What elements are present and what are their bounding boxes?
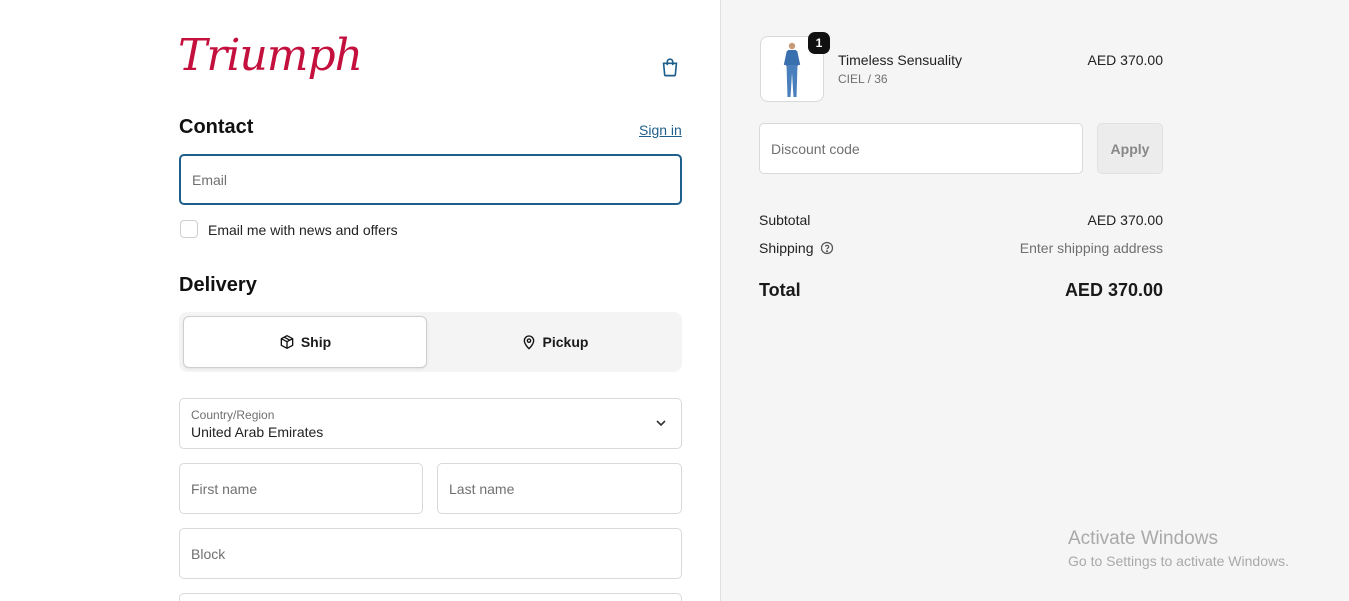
- pickup-option[interactable]: Pickup: [431, 316, 678, 368]
- delivery-method-toggle: Ship Pickup: [179, 312, 682, 372]
- email-input[interactable]: [181, 156, 680, 203]
- chevron-down-icon: [656, 420, 666, 427]
- shipping-label-text: Shipping: [759, 240, 814, 256]
- sign-in-link[interactable]: Sign in: [639, 122, 682, 138]
- apply-discount-button[interactable]: Apply: [1097, 123, 1163, 174]
- email-field[interactable]: [179, 154, 682, 205]
- checkout-form-panel: Triumph Contact Sign in Email me with ne…: [0, 0, 720, 601]
- shopping-bag-icon[interactable]: [659, 56, 681, 78]
- watermark-subtitle: Go to Settings to activate Windows.: [1068, 553, 1289, 569]
- product-name: Timeless Sensuality: [838, 52, 962, 68]
- windows-activation-watermark: Activate Windows Go to Settings to activ…: [1068, 528, 1289, 569]
- location-pin-icon: [523, 335, 534, 350]
- subtotal-label-text: Subtotal: [759, 212, 811, 228]
- ship-label: Ship: [300, 334, 332, 350]
- discount-code-field[interactable]: [759, 123, 1083, 174]
- ship-option[interactable]: Ship: [183, 316, 427, 368]
- watermark-title: Activate Windows: [1068, 528, 1218, 549]
- brand-logo[interactable]: Triumph: [178, 30, 363, 81]
- next-address-field[interactable]: [179, 593, 682, 601]
- subtotal-label: Subtotal: [759, 212, 810, 228]
- logo-text: Triumph: [178, 30, 363, 81]
- last-name-input[interactable]: [438, 464, 681, 513]
- newsletter-label: Email me with news and offers: [208, 222, 398, 238]
- last-name-field[interactable]: [437, 463, 682, 514]
- country-select[interactable]: Country/Region United Arab Emirates: [179, 398, 682, 449]
- product-variant: CIEL / 36: [838, 72, 888, 86]
- block-input[interactable]: [180, 529, 681, 578]
- help-icon[interactable]: [820, 241, 834, 255]
- newsletter-checkbox[interactable]: [180, 220, 198, 238]
- shipping-value: Enter shipping address: [1019, 240, 1163, 256]
- total-value: AED 370.00: [1064, 280, 1163, 300]
- shipping-label: Shipping: [759, 240, 834, 256]
- country-label: Country/Region: [191, 408, 275, 422]
- product-price: AED 370.00: [1087, 52, 1164, 68]
- delivery-heading: Delivery: [179, 274, 257, 296]
- subtotal-value: AED 370.00: [1087, 212, 1164, 228]
- block-field[interactable]: [179, 528, 682, 579]
- first-name-input[interactable]: [180, 464, 422, 513]
- discount-code-input[interactable]: [760, 124, 1082, 173]
- contact-heading: Contact: [179, 116, 254, 138]
- package-icon: [280, 335, 294, 349]
- country-value: United Arab Emirates: [191, 424, 324, 440]
- first-name-field[interactable]: [179, 463, 423, 514]
- quantity-badge: 1: [808, 32, 830, 54]
- pickup-label: Pickup: [542, 334, 589, 350]
- total-label: Total: [759, 280, 801, 300]
